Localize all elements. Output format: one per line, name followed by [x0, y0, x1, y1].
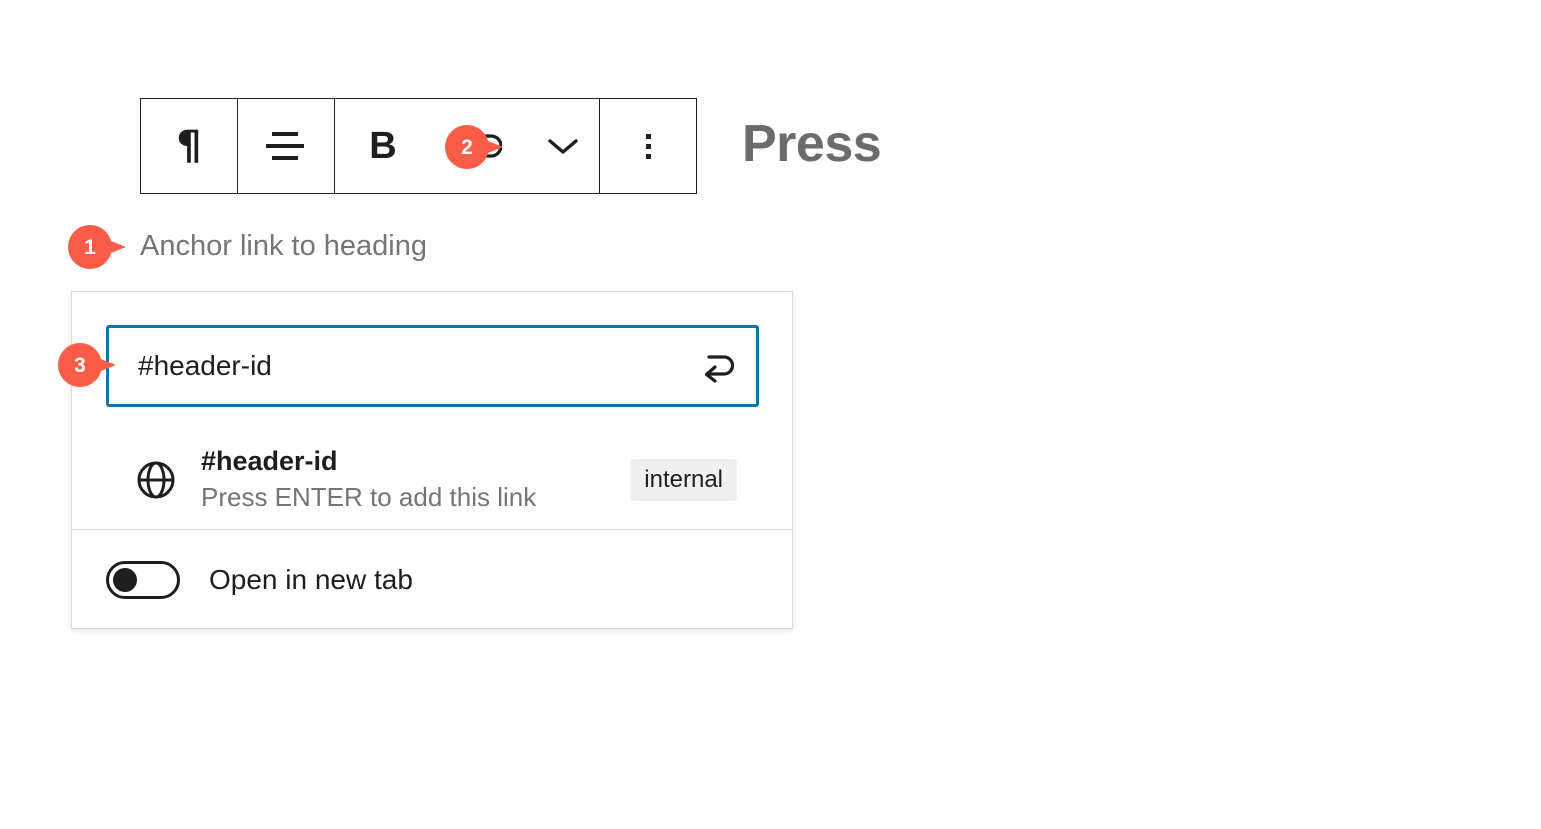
anchor-link-to-heading-label: Anchor link to heading [140, 229, 427, 264]
open-in-new-tab-row: Open in new tab [72, 530, 792, 629]
link-suggestion-subtitle: Press ENTER to add this link [201, 481, 630, 515]
toolbar-group-options [600, 99, 696, 193]
marker-pointer [88, 232, 126, 262]
enter-return-arrow-icon [697, 346, 741, 386]
chevron-down-icon [546, 135, 580, 157]
link-suggestion-title: #header-id [201, 446, 338, 476]
submit-link-button[interactable] [682, 328, 756, 404]
align-text-icon [264, 129, 308, 163]
url-input-field[interactable] [109, 328, 682, 404]
toolbar-group-block-type: ¶ [141, 99, 238, 193]
page-heading-text: Press [742, 118, 881, 170]
block-toolbar: ¶ B [140, 98, 697, 194]
align-text-button[interactable] [238, 99, 334, 193]
link-toolbar-button[interactable] [431, 99, 527, 193]
marker-bubble: 1 [68, 225, 112, 269]
block-type-button[interactable]: ¶ [141, 99, 237, 193]
bold-button[interactable]: B [335, 99, 431, 193]
globe-icon [134, 459, 178, 501]
link-popover-panel: #header-id Press ENTER to add this link … [71, 291, 793, 629]
pilcrow-icon: ¶ [176, 126, 201, 166]
link-suggestion-item[interactable]: #header-id Press ENTER to add this link … [73, 432, 793, 528]
link-type-badge: internal [630, 459, 737, 501]
toolbar-group-formatting: B [335, 99, 600, 193]
kebab-menu-icon [646, 134, 651, 159]
link-icon [456, 131, 502, 161]
toolbar-group-align [238, 99, 335, 193]
url-input-wrapper [106, 325, 759, 407]
bold-icon: B [369, 127, 396, 165]
toggle-knob [113, 568, 137, 592]
open-in-new-tab-toggle[interactable] [106, 561, 180, 599]
marker-number: 1 [84, 237, 96, 258]
open-in-new-tab-label: Open in new tab [209, 563, 413, 597]
callout-marker-1: 1 [68, 225, 126, 269]
link-suggestion-text: #header-id Press ENTER to add this link [201, 445, 630, 516]
more-formatting-button[interactable] [527, 99, 599, 193]
options-button[interactable] [600, 99, 696, 193]
